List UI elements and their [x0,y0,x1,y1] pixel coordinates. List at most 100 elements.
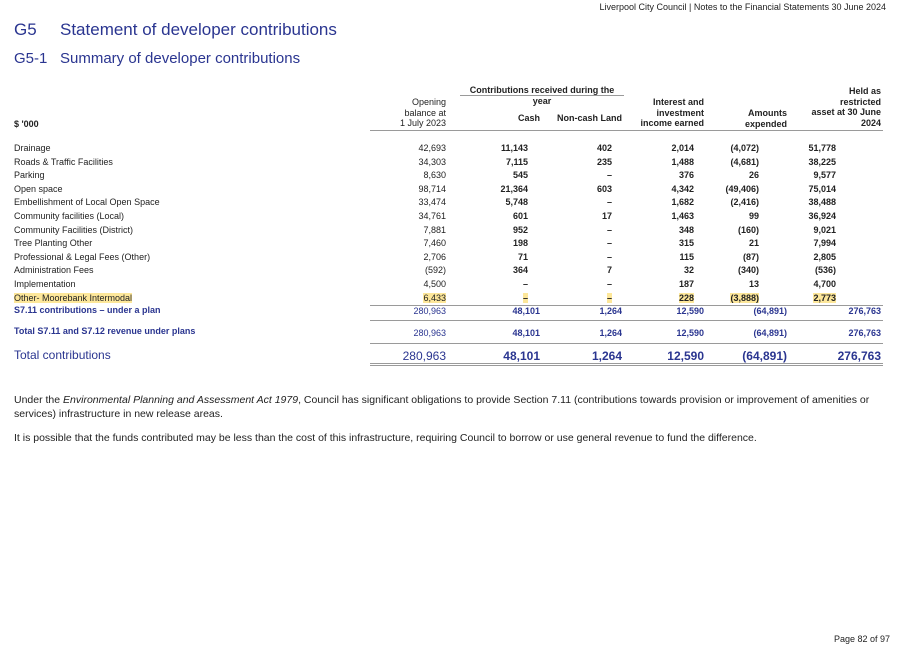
cell-opening: 42,693 [418,143,446,153]
total-held: 276,763 [837,349,881,363]
cell-interest: 348 [678,224,694,235]
cell-held: 2,805 [813,251,836,262]
cell-noncash: 17 [601,210,612,221]
cell-label: Community Facilities (District) [14,224,134,235]
cell-opening: 4,500 [423,278,446,289]
cell-opening: 7,881 [423,224,446,235]
cell-opening: (592) [424,265,446,276]
cell-interest: 4,342 [671,183,694,194]
cell-interest: 1,463 [671,210,694,221]
subtotal-noncash: 1,264 [599,306,622,316]
cell-opening: 33,474 [418,197,446,208]
cell-opening: 34,303 [418,156,446,167]
subtotal-opening: 280,963 [413,306,446,316]
subtotal-bottom-rule [370,320,883,321]
table-row: Tree Planting Other 7,460 198 – 315 21 7,994 [14,237,836,251]
cell-noncash: – [606,278,612,289]
total-plans-held: 276,763 [848,328,881,338]
cell-cash: 5,748 [505,197,528,208]
paragraph-obligations: Under the Environmental Planning and Ass… [14,394,870,420]
cell-label: Embellishment of Local Open Space [14,197,160,208]
cell-held: 7,994 [813,238,836,249]
cell-opening: 8,630 [423,170,446,181]
cell-label: Implementation [14,278,76,289]
paragraph-funding: It is possible that the funds contribute… [14,432,757,444]
total-cash: 48,101 [503,349,540,363]
cell-interest: 1,488 [671,156,694,167]
table-row: Community Facilities (District) 7,881 952 –… [14,224,836,238]
cell-held: 38,225 [808,156,836,167]
cell-expended: (2,416) [730,197,759,208]
contributions-table: Drainage 42,693 11,143 402 2,014 (4,072) 51,77… [14,142,836,305]
cell-expended: (340) [737,265,759,276]
cell-expended: 13 [748,278,759,289]
cell-held: 2,773 [813,292,836,303]
table-row: Professional & Legal Fees (Other) 2,706 71… [14,251,836,265]
cell-expended: (49,406) [725,183,759,194]
cell-cash: 364 [512,265,528,276]
table-row: Community facilities (Local) 34,761 601 17 1… [14,210,836,224]
subtotal-cash: 48,101 [512,306,540,316]
cell-opening: 98,714 [418,183,446,194]
cell-cash: – [522,292,528,303]
table-row: Embellishment of Local Open Space 33,474 5… [14,196,836,210]
cell-opening: 2,706 [423,251,446,262]
cell-label: Community facilities (Local) [14,210,125,221]
table-row: Drainage 42,693 11,143 402 2,014 (4,072) 51,77… [14,142,836,156]
cell-label: Administration Fees [14,265,94,276]
total-contributions-label: Total contributions [14,348,111,362]
table-row: Roads & Traffic Facilities 34,303 7,115 235… [14,156,836,170]
cell-expended: (3,888) [730,292,759,303]
cell-noncash: – [606,251,612,262]
total-plans-expended: (64,891) [753,328,787,338]
cell-cash: 545 [512,170,528,181]
cell-expended: (4,681) [730,156,759,167]
subtotal-label: S7.11 contributions – under a plan [14,305,161,315]
document-header: Liverpool City Council | Notes to the Fi… [599,2,887,12]
cell-interest: 115 [679,251,694,262]
header-rule [370,130,883,131]
cell-noncash: – [606,224,612,235]
cell-interest: 376 [678,170,694,181]
table-row: Administration Fees (592) 364 7 32 (340) (536) [14,264,836,278]
cell-opening: 6,433 [423,292,446,303]
total-rule-bottom [370,365,883,366]
total-plans-opening: 280,963 [413,328,446,338]
amounts-expended-header: Amounts expended [744,108,787,129]
cell-noncash: – [606,292,612,303]
section-number: G5 [14,20,37,39]
cell-cash: 198 [512,238,528,249]
cell-opening: 34,761 [418,210,446,221]
cell-noncash: – [606,197,612,208]
total-plans-label: Total S7.11 and S7.12 revenue under plan… [14,326,196,336]
cell-expended: (160) [737,224,759,235]
total-plans-rule [370,343,883,344]
cell-cash: – [522,278,528,289]
cell-cash: 21,364 [500,183,528,194]
total-plans-interest: 12,590 [676,328,704,338]
cell-expended: 21 [748,238,759,249]
noncash-land-header: Non-cash Land [556,113,622,123]
cell-interest: 2,014 [671,143,694,153]
cell-held: 9,021 [813,224,836,235]
cell-held: 9,577 [813,170,836,181]
cell-held: 51,778 [808,143,836,153]
cell-interest: 187 [678,278,694,289]
section-title-text: Summary of developer contributions [60,50,301,67]
cell-label: Other- Moorebank Intermodal [14,292,133,303]
cell-noncash: – [606,238,612,249]
cell-label: Tree Planting Other [14,238,93,249]
cell-held: 4,700 [813,278,836,289]
cell-interest: 32 [683,265,694,276]
cell-noncash: 603 [596,183,612,194]
cell-interest: 315 [678,238,694,249]
cash-header: Cash [517,113,540,123]
section-title-g5: G5 Statement of developer contributions [14,20,337,40]
cell-held: 36,924 [808,210,836,221]
section-number: G5-1 [14,50,48,67]
subtotal-interest: 12,590 [676,306,704,316]
table-row: Open space 98,714 21,364 603 4,342 (49,406) 75… [14,183,836,197]
cell-cash: 11,143 [500,143,528,153]
subtotal-held: 276,763 [848,306,881,316]
cell-cash: 601 [512,210,528,221]
